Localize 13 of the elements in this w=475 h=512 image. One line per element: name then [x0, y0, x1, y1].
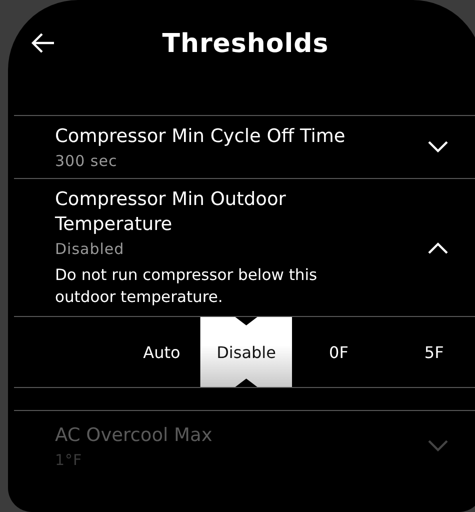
setting-description: Do not run compressor below this outdoor temperature.: [55, 265, 318, 308]
option[interactable]: Auto: [14, 317, 200, 387]
setting-title: AC Overcool Max: [55, 424, 214, 448]
setting-value: 1°F: [55, 451, 84, 469]
setting-title: Compressor Min Outdoor Temperature: [55, 188, 287, 237]
setting-value: 300 sec: [55, 152, 118, 170]
option[interactable]: 5F: [385, 317, 475, 387]
option[interactable]: Disable: [200, 317, 292, 387]
option[interactable]: 0F: [292, 317, 386, 387]
setting-title: Compressor Min Cycle Off Time: [55, 125, 346, 149]
chevron-up-icon[interactable]: [427, 240, 449, 254]
screen-title: Thresholds: [162, 29, 329, 59]
setting-value: Disabled: [55, 240, 126, 258]
